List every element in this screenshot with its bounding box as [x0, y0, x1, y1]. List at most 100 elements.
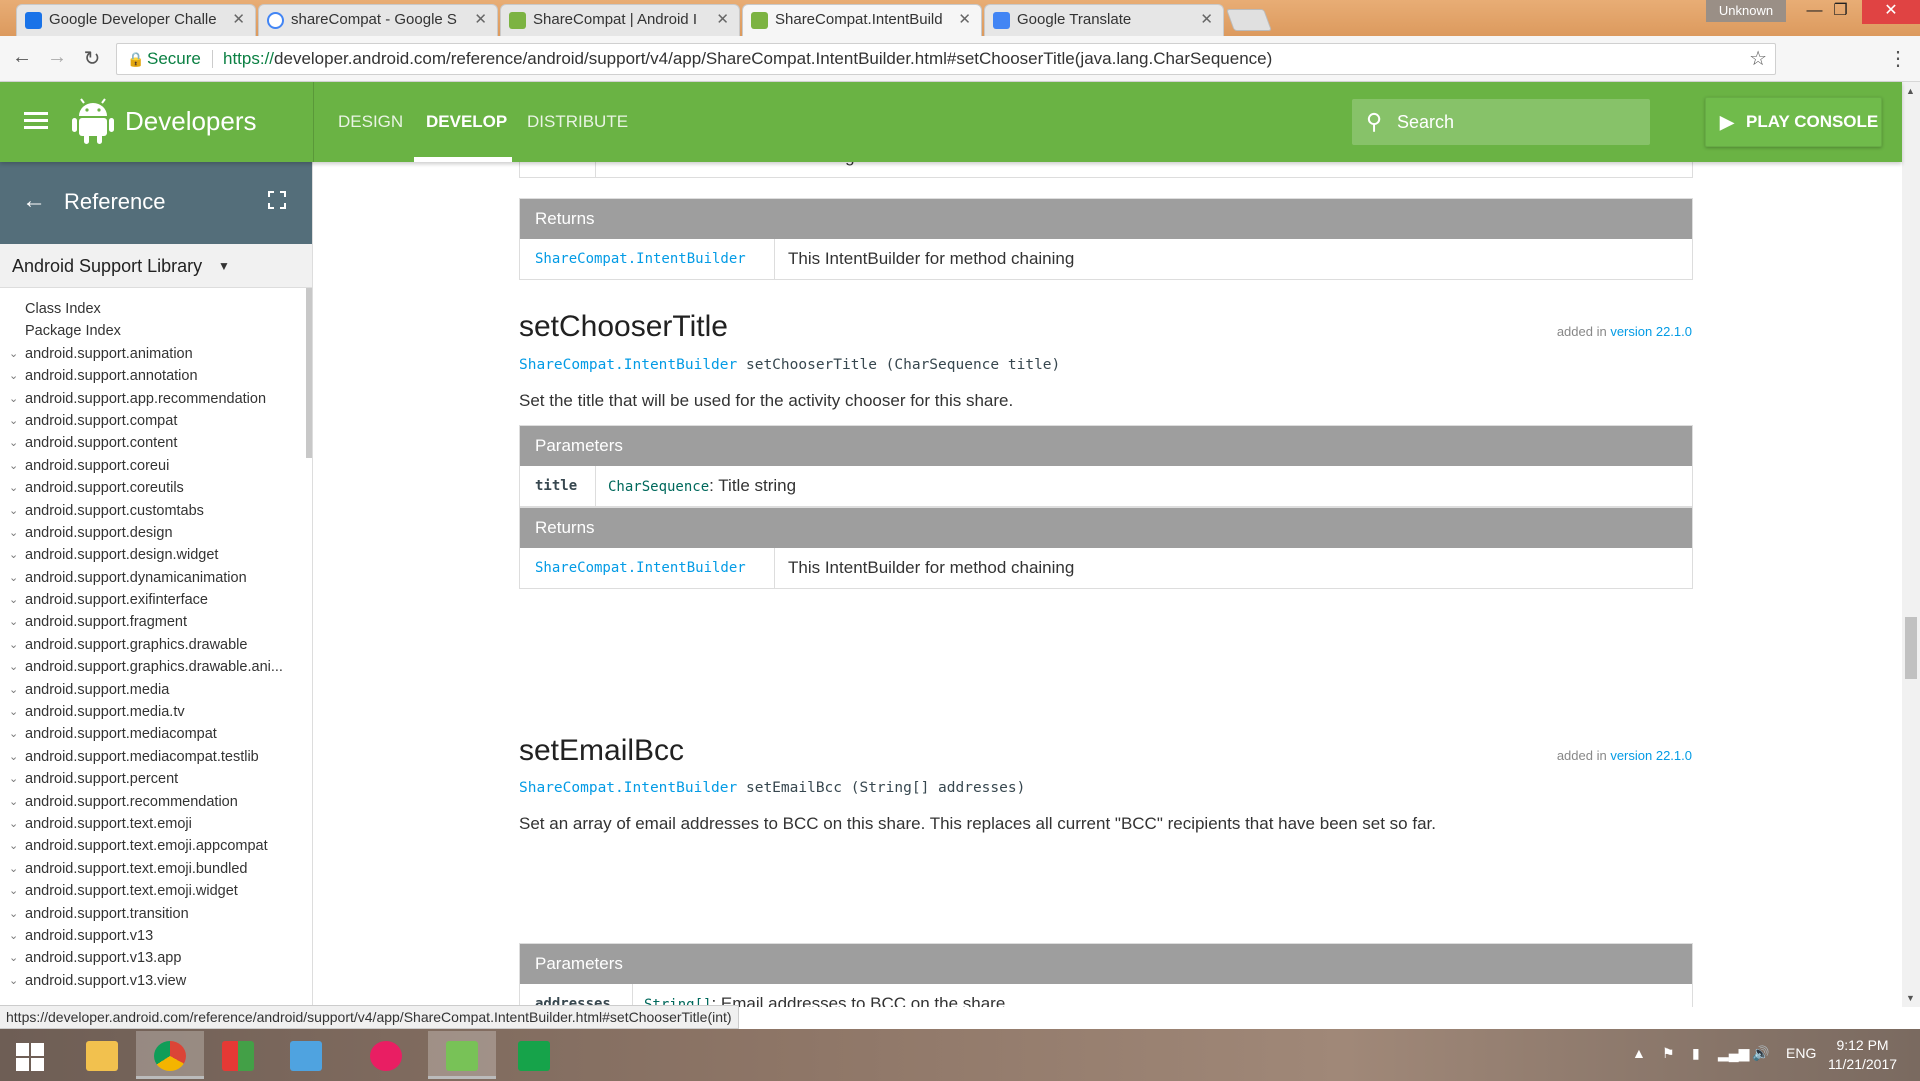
- sidebar-link-class-index[interactable]: Class Index: [0, 298, 305, 320]
- browser-menu-icon[interactable]: ⋮: [1888, 46, 1908, 71]
- sidebar-item-package[interactable]: ⌄ android.support.dynamicanimation: [0, 567, 305, 589]
- chevron-down-icon[interactable]: ⌄: [9, 903, 18, 925]
- sidebar-item-package[interactable]: ⌄ android.support.text.emoji.bundled: [0, 858, 305, 880]
- taskbar-app[interactable]: [204, 1031, 272, 1079]
- flag-icon[interactable]: ⚑: [1662, 1045, 1675, 1062]
- brand-title[interactable]: Developers: [125, 106, 257, 137]
- network-icon[interactable]: ▂▄▆: [1718, 1045, 1749, 1062]
- browser-tab[interactable]: Google Translate ✕: [984, 4, 1224, 36]
- chevron-down-icon[interactable]: ⌄: [9, 835, 18, 857]
- chevron-down-icon[interactable]: ⌄: [9, 388, 18, 410]
- browser-tab[interactable]: ShareCompat | Android I ✕: [500, 4, 740, 36]
- nav-develop[interactable]: DEVELOP: [426, 112, 507, 132]
- version-link[interactable]: version 22.1.0: [1610, 748, 1692, 763]
- sidebar-item-package[interactable]: ⌄ android.support.animation: [0, 343, 305, 365]
- sidebar-item-package[interactable]: ⌄ android.support.exifinterface: [0, 589, 305, 611]
- taskbar-chrome[interactable]: [136, 1031, 204, 1079]
- battery-icon[interactable]: ▮: [1692, 1045, 1700, 1062]
- sidebar-item-package[interactable]: ⌄ android.support.content: [0, 432, 305, 454]
- chevron-down-icon[interactable]: ⌄: [9, 813, 18, 835]
- chevron-down-icon[interactable]: ⌄: [9, 567, 18, 589]
- returns-type-link[interactable]: ShareCompat.IntentBuilder: [535, 548, 746, 588]
- chevron-down-icon[interactable]: ⌄: [9, 768, 18, 790]
- close-icon[interactable]: ✕: [474, 5, 487, 35]
- browser-tab[interactable]: shareCompat - Google S ✕: [258, 4, 498, 36]
- version-link[interactable]: version 22.1.0: [1610, 324, 1692, 339]
- reload-icon[interactable]: ↻: [79, 46, 105, 71]
- close-icon[interactable]: ✕: [958, 5, 971, 35]
- sidebar-item-package[interactable]: ⌄ android.support.text.emoji.widget: [0, 880, 305, 902]
- sidebar-item-package[interactable]: ⌄ android.support.v13: [0, 925, 305, 947]
- scrollbar-thumb[interactable]: [1905, 617, 1917, 679]
- chevron-down-icon[interactable]: ⌄: [9, 701, 18, 723]
- sidebar-item-package[interactable]: ⌄ android.support.transition: [0, 903, 305, 925]
- close-icon[interactable]: ✕: [1200, 5, 1213, 35]
- sidebar-item-package[interactable]: ⌄ android.support.text.emoji: [0, 813, 305, 835]
- clock[interactable]: 9:12 PM 11/21/2017: [1828, 1036, 1897, 1074]
- taskbar-media-player[interactable]: [272, 1031, 340, 1079]
- fullscreen-icon[interactable]: [268, 191, 286, 209]
- sidebar-item-package[interactable]: ⌄ android.support.media: [0, 679, 305, 701]
- sidebar-link-package-index[interactable]: Package Index: [0, 320, 305, 342]
- android-logo-icon[interactable]: [72, 98, 114, 144]
- chevron-down-icon[interactable]: ⌄: [9, 947, 18, 969]
- nav-design[interactable]: DESIGN: [338, 112, 403, 132]
- taskbar-app[interactable]: [352, 1031, 420, 1079]
- sidebar-item-package[interactable]: ⌄ android.support.fragment: [0, 611, 305, 633]
- chevron-down-icon[interactable]: ⌄: [9, 432, 18, 454]
- play-console-button[interactable]: ▶ PLAY CONSOLE: [1705, 97, 1882, 147]
- sidebar-item-package[interactable]: ⌄ android.support.graphics.drawable.ani..…: [0, 656, 305, 678]
- search-input[interactable]: ⚲ Search: [1352, 99, 1650, 145]
- browser-tab-active[interactable]: ShareCompat.IntentBuild ✕: [742, 4, 982, 36]
- profile-badge[interactable]: Unknown: [1706, 0, 1786, 22]
- sidebar-item-package[interactable]: ⌄ android.support.text.emoji.appcompat: [0, 835, 305, 857]
- close-icon[interactable]: ✕: [232, 5, 245, 35]
- page-scrollbar[interactable]: ▲ ▼: [1902, 82, 1920, 1007]
- close-window-button[interactable]: ✕: [1862, 0, 1920, 24]
- sidebar-item-package[interactable]: ⌄ android.support.customtabs: [0, 500, 305, 522]
- chevron-down-icon[interactable]: ⌄: [9, 656, 18, 678]
- address-bar[interactable]: 🔒 Secure https://developer.android.com/r…: [116, 43, 1776, 75]
- sidebar-item-package[interactable]: ⌄ android.support.percent: [0, 768, 305, 790]
- nav-distribute[interactable]: DISTRIBUTE: [527, 112, 628, 132]
- sidebar-item-package[interactable]: ⌄ android.support.mediacompat: [0, 723, 305, 745]
- chevron-down-icon[interactable]: ⌄: [9, 723, 18, 745]
- chevron-down-icon[interactable]: ⌄: [9, 365, 18, 387]
- hamburger-menu-icon[interactable]: [24, 112, 48, 130]
- chevron-down-icon[interactable]: ⌄: [9, 611, 18, 633]
- taskbar-store[interactable]: [500, 1031, 568, 1079]
- chevron-down-icon[interactable]: ⌄: [9, 343, 18, 365]
- back-arrow-icon[interactable]: ←: [22, 187, 46, 215]
- sidebar-item-package[interactable]: ⌄ android.support.design: [0, 522, 305, 544]
- forward-arrow-icon[interactable]: →: [44, 46, 70, 69]
- returns-type-link[interactable]: ShareCompat.IntentBuilder: [535, 239, 746, 279]
- chevron-down-icon[interactable]: ⌄: [9, 410, 18, 432]
- chevron-down-icon[interactable]: ⌄: [9, 880, 18, 902]
- chevron-down-icon[interactable]: ⌄: [9, 544, 18, 566]
- scroll-down-icon[interactable]: ▼: [1906, 993, 1915, 1003]
- tray-chevron-icon[interactable]: ▲: [1632, 1045, 1646, 1061]
- close-icon[interactable]: ✕: [716, 5, 729, 35]
- sidebar-item-package[interactable]: ⌄ android.support.recommendation: [0, 791, 305, 813]
- sidebar-scrollbar[interactable]: [306, 288, 312, 458]
- bookmark-star-icon[interactable]: ☆: [1749, 44, 1767, 74]
- chevron-down-icon[interactable]: ⌄: [9, 679, 18, 701]
- url-text[interactable]: https://developer.android.com/reference/…: [223, 44, 1272, 74]
- browser-tab[interactable]: Google Developer Challe ✕: [16, 4, 256, 36]
- chevron-down-icon[interactable]: ⌄: [9, 791, 18, 813]
- sidebar-item-package[interactable]: ⌄ android.support.v13.app: [0, 947, 305, 969]
- chevron-down-icon[interactable]: ⌄: [9, 522, 18, 544]
- signature-type-link[interactable]: ShareCompat.IntentBuilder: [519, 780, 737, 796]
- chevron-down-icon[interactable]: ⌄: [9, 500, 18, 522]
- sidebar-item-package[interactable]: ⌄ android.support.v13.view: [0, 970, 305, 992]
- taskbar-file-explorer[interactable]: [68, 1031, 136, 1079]
- sidebar-item-package[interactable]: ⌄ android.support.coreui: [0, 455, 305, 477]
- sidebar-item-package[interactable]: ⌄ android.support.annotation: [0, 365, 305, 387]
- language-indicator[interactable]: ENG: [1786, 1045, 1816, 1061]
- library-dropdown[interactable]: Android Support Library ▼: [0, 244, 312, 288]
- sidebar-item-package[interactable]: ⌄ android.support.media.tv: [0, 701, 305, 723]
- chevron-down-icon[interactable]: ⌄: [9, 477, 18, 499]
- chevron-down-icon[interactable]: ⌄: [9, 746, 18, 768]
- back-arrow-icon[interactable]: ←: [9, 46, 35, 69]
- signature-type-link[interactable]: ShareCompat.IntentBuilder: [519, 357, 737, 373]
